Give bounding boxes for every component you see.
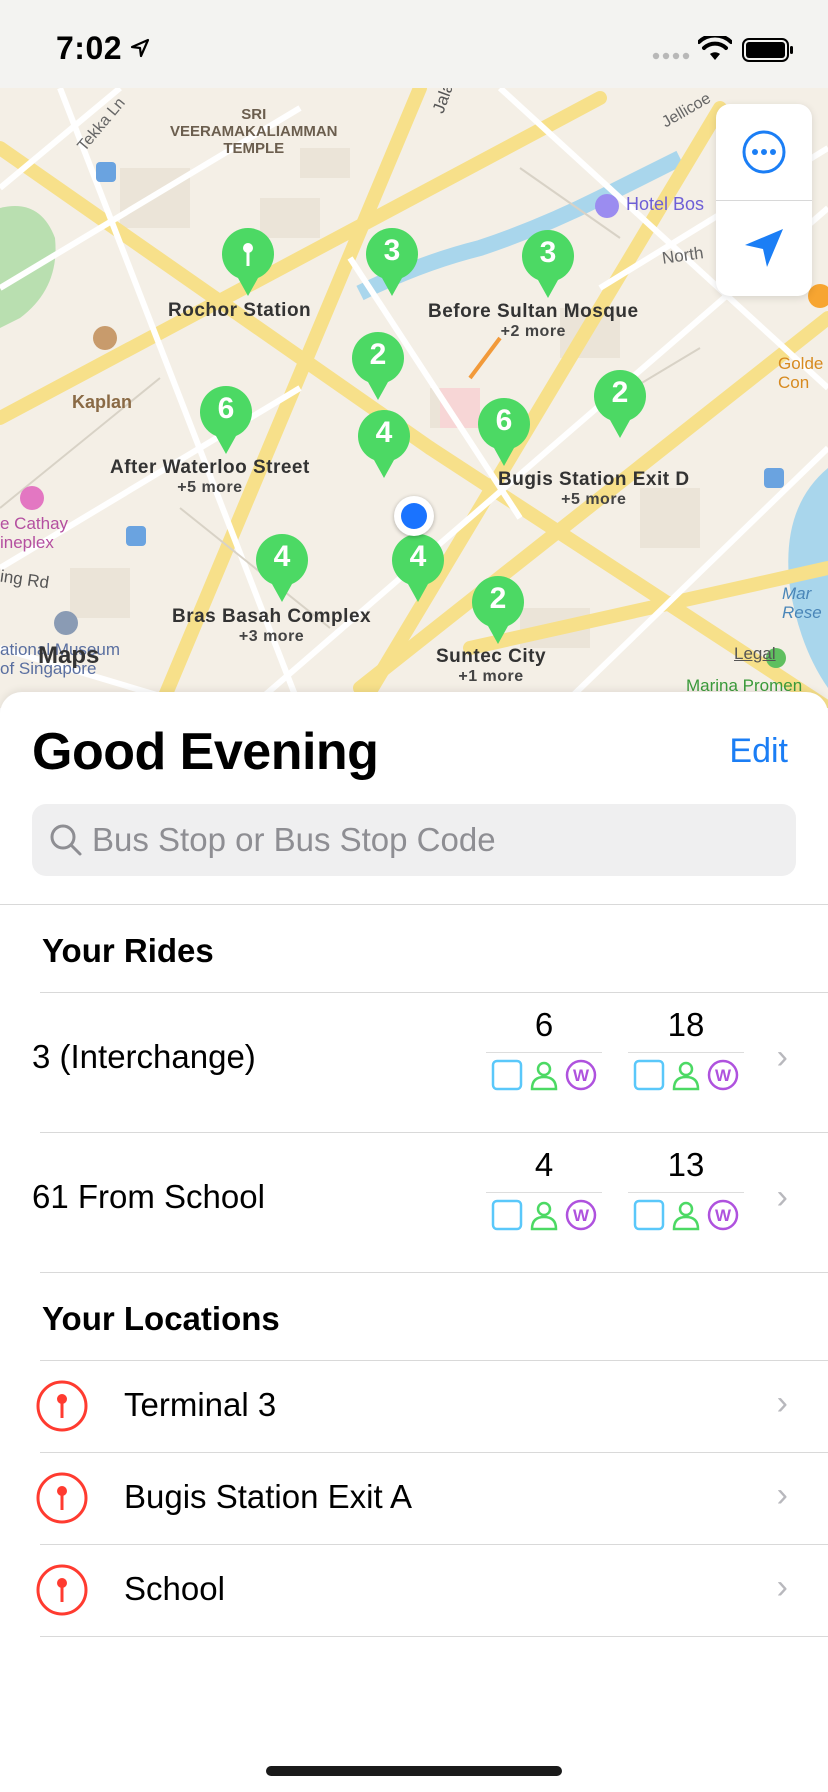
map-label-temple: SRI VEERAMAKALIAMMAN TEMPLE (170, 106, 338, 157)
arrival-second: 13 W (628, 1146, 744, 1231)
divider (0, 904, 828, 905)
map-pin-cluster[interactable]: 2 (470, 576, 526, 646)
map-pin-icon (36, 1564, 88, 1616)
arrival-first: 6 W (486, 1006, 602, 1091)
standing-icon (672, 1201, 700, 1231)
map-label-cathay: e Cathay ineplex (0, 514, 69, 552)
svg-text:W: W (573, 1206, 590, 1225)
chevron-right-icon: › (776, 1568, 788, 1606)
search-input[interactable] (92, 804, 772, 876)
map-pin-cluster[interactable]: 6 (198, 386, 254, 456)
seat-icon (633, 1059, 665, 1091)
seat-icon (633, 1199, 665, 1231)
map-stop-label[interactable]: Bras Basah Complex +3 more (172, 606, 371, 646)
greeting-title: Good Evening (32, 723, 379, 781)
svg-text:W: W (715, 1066, 732, 1085)
standing-icon (530, 1061, 558, 1091)
wheelchair-icon: W (565, 1199, 597, 1231)
map-label-kaplan: Kaplan (72, 392, 133, 412)
chevron-right-icon: › (776, 1476, 788, 1514)
more-options-button[interactable] (716, 104, 812, 200)
map-controls (716, 104, 812, 296)
ride-row[interactable]: 3 (Interchange) 6 W 18 W › (0, 992, 828, 1132)
current-location-dot (394, 496, 434, 536)
wifi-icon (698, 36, 732, 60)
arrival-first: 4 W (486, 1146, 602, 1231)
map-pin-cluster[interactable]: 4 (356, 410, 412, 480)
seat-icon (491, 1059, 523, 1091)
map-legal-link[interactable]: Legal (734, 644, 776, 664)
map-stop-label[interactable]: Before Sultan Mosque +2 more (428, 301, 639, 341)
location-label: Terminal 3 (124, 1386, 277, 1423)
edit-button[interactable]: Edit (729, 732, 788, 771)
battery-icon (742, 38, 793, 62)
rides-section-title: Your Rides (42, 932, 214, 969)
home-indicator[interactable] (266, 1766, 562, 1776)
map-pin-cluster[interactable]: 3 (520, 230, 576, 300)
ride-row[interactable]: 61 From School 4 W 13 W › (0, 1132, 828, 1272)
map-pin-cluster[interactable]: 2 (592, 370, 648, 440)
wheelchair-icon: W (707, 1199, 739, 1231)
map-stop-label[interactable]: After Waterloo Street +5 more (110, 457, 310, 497)
seat-icon (491, 1199, 523, 1231)
location-arrow-icon (130, 38, 150, 58)
more-icon (742, 130, 786, 174)
bottom-sheet: Good Evening Edit Your Rides 3 (Intercha… (0, 692, 828, 1792)
chevron-right-icon: › (776, 1178, 788, 1216)
chevron-right-icon: › (776, 1384, 788, 1422)
location-label: School (124, 1570, 225, 1607)
location-arrow-icon (745, 229, 783, 267)
divider (40, 1272, 828, 1273)
wheelchair-icon: W (707, 1059, 739, 1091)
location-row[interactable]: School › (0, 1544, 828, 1636)
map-label-marina-reservoir: Mar Resе (782, 584, 822, 622)
location-label: Bugis Station Exit A (124, 1478, 412, 1515)
search-icon (50, 824, 82, 856)
locations-section-title: Your Locations (42, 1300, 280, 1337)
arrival-minutes: 18 (667, 1006, 705, 1043)
maps-logo: Maps (38, 642, 100, 669)
location-row[interactable]: Bugis Station Exit A › (0, 1452, 828, 1544)
map-pin-cluster[interactable]: 6 (476, 398, 532, 468)
ride-name: 3 (Interchange) (32, 1038, 256, 1075)
svg-text:W: W (715, 1206, 732, 1225)
wheelchair-icon: W (565, 1059, 597, 1091)
map-view[interactable]: SRI VEERAMAKALIAMMAN TEMPLE Kaplan e Cat… (0, 88, 828, 708)
standing-icon (530, 1201, 558, 1231)
svg-text:W: W (573, 1066, 590, 1085)
map-pin-cluster[interactable]: 3 (364, 228, 420, 298)
location-row[interactable]: Terminal 3 › (0, 1360, 828, 1452)
map-pin-cluster[interactable]: 4 (254, 534, 310, 604)
signal-dots-icon (652, 52, 690, 60)
arrival-minutes: 4 (534, 1146, 554, 1183)
map-pin-cluster[interactable]: 2 (350, 332, 406, 402)
arrival-minutes: 6 (534, 1006, 554, 1043)
search-bar[interactable] (32, 804, 796, 876)
map-pin-icon (36, 1380, 88, 1432)
map-pin-cluster[interactable]: 4 (390, 534, 446, 604)
map-label-golden: Golde Con (778, 354, 824, 392)
map-pin-icon (36, 1472, 88, 1524)
map-stop-label[interactable]: Suntec City +1 more (436, 646, 546, 686)
arrival-minutes: 13 (667, 1146, 705, 1183)
standing-icon (672, 1061, 700, 1091)
status-bar: 7:02 (0, 0, 828, 88)
map-label-hotel: Hotel Bos (626, 194, 705, 214)
status-time: 7:02 (56, 30, 123, 66)
map-stop-label[interactable]: Rochor Station (168, 300, 311, 322)
divider (40, 1636, 828, 1637)
map-pin-single[interactable] (220, 228, 276, 298)
map-stop-label[interactable]: Bugis Station Exit D +5 more (498, 469, 690, 509)
chevron-right-icon: › (776, 1038, 788, 1076)
locate-me-button[interactable] (716, 200, 812, 296)
ride-name: 61 From School (32, 1178, 265, 1215)
arrival-second: 18 W (628, 1006, 744, 1091)
